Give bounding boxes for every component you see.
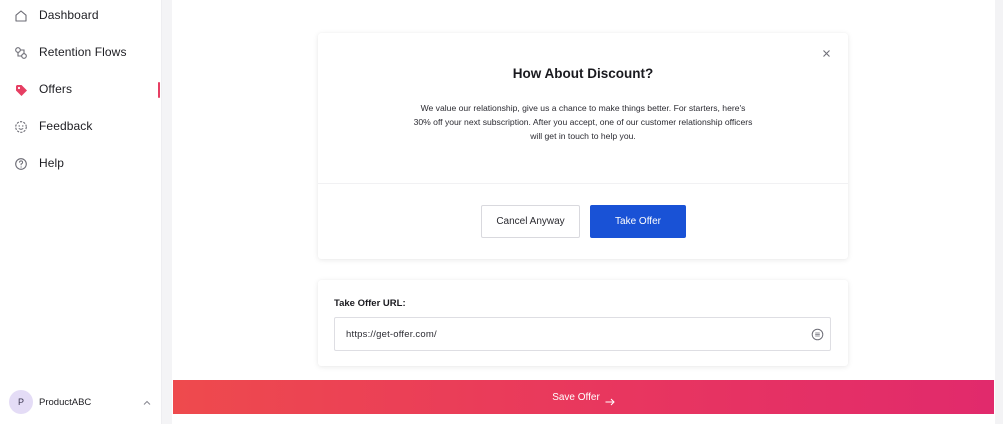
help-icon xyxy=(13,156,29,172)
avatar: P xyxy=(9,390,33,414)
cancel-anyway-button[interactable]: Cancel Anyway xyxy=(481,205,580,238)
chevron-up-icon[interactable] xyxy=(141,396,153,408)
user-menu[interactable]: P ProductABC xyxy=(0,386,162,420)
sidebar-item-feedback[interactable]: Feedback xyxy=(0,113,162,141)
sidebar-item-help[interactable]: Help xyxy=(0,150,162,178)
tag-icon xyxy=(13,82,29,98)
take-offer-url-label: Take Offer URL: xyxy=(334,298,406,309)
arrow-right-icon xyxy=(605,393,615,406)
take-offer-url-card: Take Offer URL: https://get-offer.com/ xyxy=(318,280,848,366)
sidebar-item-offers[interactable]: Offers xyxy=(0,76,162,104)
take-offer-url-value[interactable]: https://get-offer.com/ xyxy=(346,329,437,340)
take-offer-url-field[interactable]: https://get-offer.com/ xyxy=(334,317,831,351)
sidebar-item-label: Dashboard xyxy=(39,8,99,22)
page-scrollbar-track[interactable] xyxy=(995,0,1003,424)
home-icon xyxy=(13,8,29,24)
sidebar-item-retention-flows[interactable]: Retention Flows xyxy=(0,39,162,67)
save-offer-label: Save Offer xyxy=(552,391,600,403)
user-name: ProductABC xyxy=(39,397,92,408)
sidebar-item-label: Retention Flows xyxy=(39,45,127,59)
save-offer-button[interactable]: Save Offer xyxy=(173,380,994,414)
main-content: How About Discount? We value our relatio… xyxy=(172,0,995,424)
flows-icon xyxy=(13,45,29,61)
discount-offer-modal: How About Discount? We value our relatio… xyxy=(318,33,848,259)
sidebar-item-label: Help xyxy=(39,156,65,170)
sidebar-item-label: Offers xyxy=(39,82,73,96)
sidebar-item-dashboard[interactable]: Dashboard xyxy=(0,2,162,30)
info-icon[interactable] xyxy=(811,328,824,341)
modal-title: How About Discount? xyxy=(512,66,654,81)
feedback-icon xyxy=(13,119,29,135)
active-indicator xyxy=(158,82,160,98)
modal-divider xyxy=(318,183,848,184)
sidebar-item-label: Feedback xyxy=(39,119,93,133)
take-offer-button[interactable]: Take Offer xyxy=(590,205,686,238)
sidebar: Dashboard Retention Flows Offers Feedbac… xyxy=(0,0,162,424)
close-icon[interactable] xyxy=(820,47,832,59)
modal-description: We value our relationship, give us a cha… xyxy=(413,103,753,141)
